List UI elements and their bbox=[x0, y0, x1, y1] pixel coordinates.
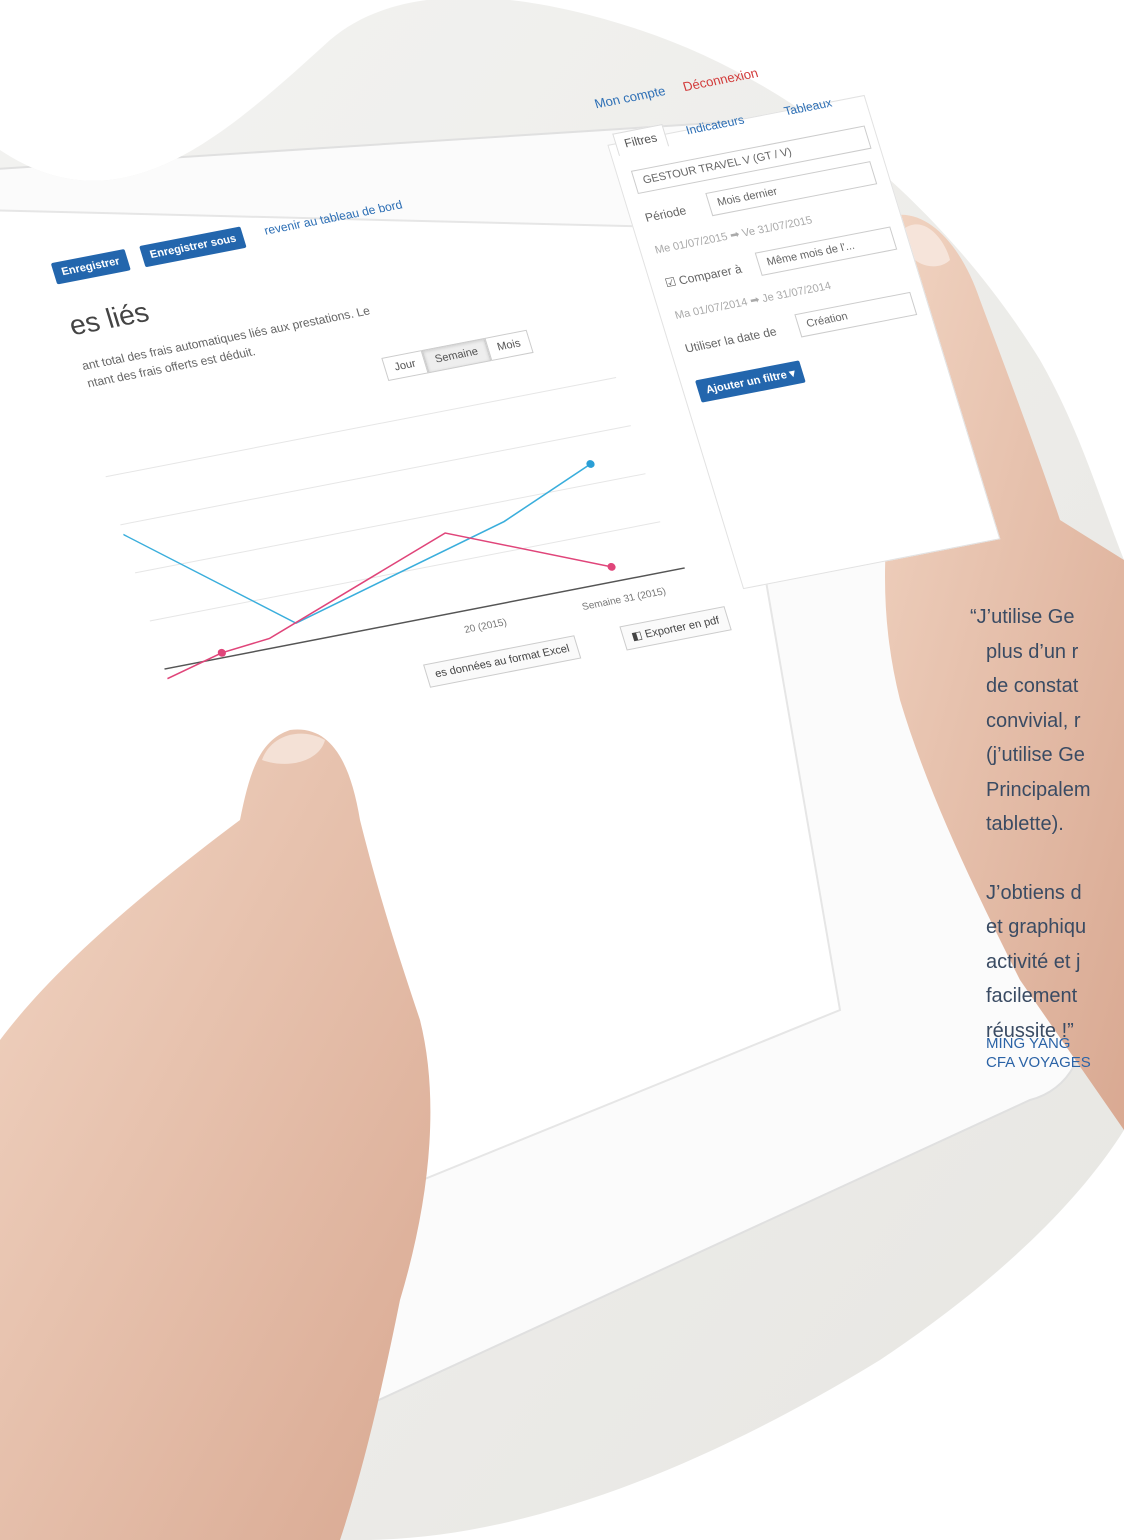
quote-line: J’obtiens d bbox=[986, 881, 1082, 904]
quote-line: “J’utilise Ge bbox=[970, 606, 1075, 628]
series-pink-point-2 bbox=[607, 562, 616, 571]
quote-line: de constat bbox=[986, 675, 1079, 697]
save-as-button[interactable]: Enregistrer sous bbox=[139, 226, 248, 268]
series-pink-point-1 bbox=[217, 648, 226, 657]
testimonial-quote: “J’utilise Ge plus d’un r de constat con… bbox=[970, 600, 1124, 1048]
author-name: MING YANG bbox=[986, 1035, 1071, 1052]
quote-line: plus d’un r bbox=[986, 640, 1079, 663]
report-title: es liés bbox=[65, 296, 153, 342]
author-company: CFA VOYAGES bbox=[986, 1054, 1091, 1071]
x-tick-label-a: 20 (2015) bbox=[463, 617, 508, 636]
quote-line: (j’utilise Ge bbox=[986, 744, 1085, 766]
toggle-week[interactable]: Semaine bbox=[421, 337, 492, 374]
back-to-dashboard-link[interactable]: revenir au tableau de bord bbox=[262, 197, 404, 237]
quote-line: convivial, r bbox=[986, 709, 1081, 732]
save-button[interactable]: Enregistrer bbox=[50, 249, 131, 285]
testimonial-author: MING YANG CFA VOYAGES bbox=[986, 1034, 1091, 1072]
quote-line: activité et j bbox=[986, 950, 1081, 973]
logout-link[interactable]: Déconnexion bbox=[681, 65, 760, 94]
account-link[interactable]: Mon compte bbox=[593, 83, 668, 111]
quote-line: et graphiqu bbox=[986, 916, 1087, 938]
x-tick-label-b: Semaine 31 (2015) bbox=[581, 586, 668, 613]
quote-line: Principalem bbox=[986, 778, 1091, 801]
quote-line: facilement bbox=[986, 985, 1078, 1007]
toggle-day[interactable]: Jour bbox=[381, 350, 429, 382]
quote-line: tablette). bbox=[986, 813, 1064, 835]
chart-gridlines bbox=[105, 377, 661, 622]
toggle-month[interactable]: Mois bbox=[484, 329, 534, 362]
